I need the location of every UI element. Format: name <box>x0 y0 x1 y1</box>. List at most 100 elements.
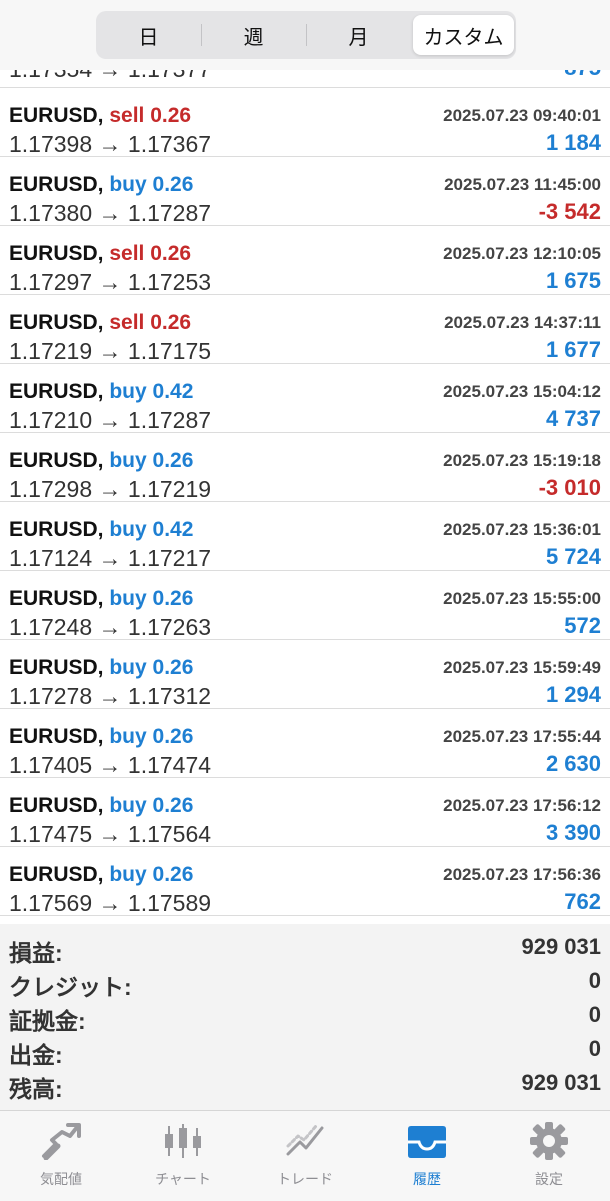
trade-row[interactable]: EURUSD, buy 0.26 2025.07.23 15:19:18 1.172… <box>0 433 610 502</box>
trade-prices: 1.17219 → 1.17175 <box>9 338 212 364</box>
trade-row[interactable]: EURUSD, buy 0.42 2025.07.23 15:36:01 1.171… <box>0 502 610 571</box>
trade-symbol-name: EURUSD, <box>9 656 104 679</box>
summary-row: 残高: 929 031 <box>0 1064 610 1102</box>
trade-row[interactable]: EURUSD, buy 0.26 2025.07.23 17:56:36 1.175… <box>0 847 610 916</box>
trade-time: 2025.07.23 15:59:49 <box>443 658 601 677</box>
trade-time: 2025.07.23 14:37:11 <box>444 313 601 332</box>
trade-prices: 1.17569 → 1.17589 <box>9 890 212 916</box>
period-header: 日 週 月 カスタム <box>0 0 610 70</box>
trade-prices: 1.17210 → 1.17287 <box>9 407 212 433</box>
trade-time: 2025.07.23 15:55:00 <box>443 589 601 608</box>
trade-side: sell 0.26 <box>109 242 192 265</box>
trade-profit: 762 <box>564 889 601 914</box>
trade-profit: -3 542 <box>538 199 601 224</box>
trade-symbol: EURUSD, sell 0.26 <box>9 104 191 128</box>
tab-settings[interactable]: 設定 <box>488 1111 610 1201</box>
trade-row[interactable]: EURUSD, buy 0.26 2025.07.23 15:55:00 1.172… <box>0 571 610 640</box>
trade-symbol-name: EURUSD, <box>9 242 104 265</box>
trade-time: 2025.07.23 09:40:01 <box>443 106 601 125</box>
trade-profit: 5 724 <box>545 544 601 569</box>
trade-side: buy 0.26 <box>109 656 194 679</box>
tab-settings-label: 設定 <box>535 1171 563 1187</box>
tab-quotes[interactable]: 気配値 <box>0 1111 122 1201</box>
trade-time: 2025.07.23 11:45:00 <box>444 175 601 194</box>
summary-value: 929 031 <box>521 1070 601 1095</box>
summary-value: 0 <box>588 1036 601 1061</box>
tab-day[interactable]: 日 <box>98 15 199 55</box>
trade-symbol: EURUSD, buy 0.42 <box>9 518 193 542</box>
history-tray-icon <box>405 1121 449 1161</box>
trade-symbol-name: EURUSD, <box>9 380 104 403</box>
trade-row[interactable]: EURUSD, sell 0.26 2025.07.23 14:37:11 1.17… <box>0 295 610 364</box>
trade-line-icon <box>283 1121 327 1161</box>
trade-history-list[interactable]: 1.17354 → 1.17377 875 EURUSD, sell 0.262… <box>0 50 610 916</box>
trade-prices: 1.17124 → 1.17217 <box>9 545 212 571</box>
trade-row[interactable]: EURUSD, buy 0.26 2025.07.23 15:59:49 1.172… <box>0 640 610 709</box>
trade-side: buy 0.26 <box>109 794 194 817</box>
trade-profit: 1 675 <box>545 268 601 293</box>
trade-profit: 2 630 <box>545 751 601 776</box>
tab-month[interactable]: 月 <box>306 15 409 55</box>
summary-row: 出金: 0 <box>0 1030 610 1068</box>
trade-side: buy 0.26 <box>109 587 194 610</box>
trade-symbol: EURUSD, buy 0.42 <box>9 380 193 404</box>
summary-value: 0 <box>588 968 601 993</box>
trade-symbol-name: EURUSD, <box>9 449 104 472</box>
trade-profit: 572 <box>564 613 601 638</box>
trade-symbol-name: EURUSD, <box>9 104 104 127</box>
trade-symbol: EURUSD, buy 0.26 <box>9 173 193 197</box>
tab-chart[interactable]: チャート <box>122 1111 244 1201</box>
trade-time: 2025.07.23 15:04:12 <box>443 382 601 401</box>
summary-row: 証拠金: 0 <box>0 996 610 1034</box>
account-summary: 損益: 929 031 クレジット: 0 証拠金: 0 出金: 0 残高: 929 031 <box>0 924 610 1110</box>
trade-symbol: EURUSD, buy 0.26 <box>9 863 193 887</box>
trade-side: buy 0.26 <box>109 725 194 748</box>
trade-row[interactable]: EURUSD, sell 0.26 2025.07.23 12:10:05 1.17… <box>0 226 610 295</box>
trade-symbol-name: EURUSD, <box>9 173 104 196</box>
trade-side: buy 0.26 <box>109 173 194 196</box>
trade-side: sell 0.26 <box>109 311 192 334</box>
trade-side: buy 0.42 <box>109 380 194 403</box>
settings-gear-icon <box>527 1121 571 1161</box>
trade-prices: 1.17398 → 1.17367 <box>9 131 212 157</box>
trade-row[interactable]: EURUSD, buy 0.42 2025.07.23 15:04:12 1.172… <box>0 364 610 433</box>
tab-quotes-label: 気配値 <box>40 1171 82 1187</box>
tab-trade[interactable]: トレード <box>244 1111 366 1201</box>
tab-chart-label: チャート <box>155 1171 211 1187</box>
trade-row[interactable]: EURUSD, buy 0.26 2025.07.23 17:56:12 1.174… <box>0 778 610 847</box>
trade-symbol-name: EURUSD, <box>9 311 104 334</box>
summary-value: 929 031 <box>521 934 601 959</box>
trade-side: buy 0.26 <box>109 863 194 886</box>
trade-prices: 1.17475 → 1.17564 <box>9 821 212 847</box>
trade-prices: 1.17380 → 1.17287 <box>9 200 212 226</box>
summary-row: クレジット: 0 <box>0 962 610 1000</box>
tab-history[interactable]: 履歴 <box>366 1111 488 1201</box>
candlestick-chart-icon <box>161 1121 205 1161</box>
trade-side: sell 0.26 <box>109 104 192 127</box>
trade-time: 2025.07.23 15:36:01 <box>443 520 601 539</box>
trade-row[interactable]: EURUSD, buy 0.26 2025.07.23 11:45:00 1.173… <box>0 157 610 226</box>
trade-time: 2025.07.23 17:56:36 <box>443 865 601 884</box>
tab-custom[interactable]: カスタム <box>413 15 514 55</box>
trade-symbol-name: EURUSD, <box>9 518 104 541</box>
summary-label: 残高: <box>9 1076 63 1102</box>
trade-symbol: EURUSD, buy 0.26 <box>9 656 193 680</box>
trade-profit: 1 294 <box>545 682 601 707</box>
trade-time: 2025.07.23 12:10:05 <box>443 244 601 263</box>
summary-value: 0 <box>588 1002 601 1027</box>
trade-profit: -3 010 <box>538 475 601 500</box>
trade-prices: 1.17248 → 1.17263 <box>9 614 212 640</box>
period-segmented-control: 日 週 月 カスタム <box>96 11 516 59</box>
trade-time: 2025.07.23 15:19:18 <box>443 451 601 470</box>
trade-prices: 1.17278 → 1.17312 <box>9 683 212 709</box>
trade-symbol: EURUSD, buy 0.26 <box>9 449 193 473</box>
trade-symbol: EURUSD, sell 0.26 <box>9 311 191 335</box>
tab-week[interactable]: 週 <box>201 15 304 55</box>
trade-symbol-name: EURUSD, <box>9 587 104 610</box>
summary-row: 損益: 929 031 <box>0 928 610 966</box>
trade-row[interactable]: EURUSD, sell 0.26 2025.07.23 09:40:01 1.17… <box>0 88 610 157</box>
tab-trade-label: トレード <box>277 1171 333 1187</box>
trade-symbol: EURUSD, buy 0.26 <box>9 587 193 611</box>
trade-profit: 1 184 <box>545 130 601 155</box>
trade-row[interactable]: EURUSD, buy 0.26 2025.07.23 17:55:44 1.174… <box>0 709 610 778</box>
